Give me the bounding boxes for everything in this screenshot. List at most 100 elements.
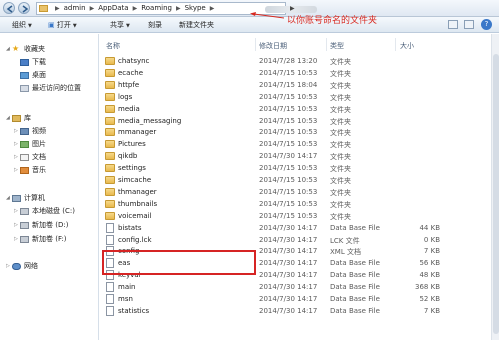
column-size[interactable]: 大小 — [400, 41, 414, 51]
column-divider[interactable] — [326, 38, 327, 51]
file-type: Data Base File — [330, 271, 380, 280]
desktop-icon — [20, 71, 29, 79]
folder-row[interactable]: settings 2014/7/15 10:53 文件夹 — [100, 162, 440, 174]
folder-row[interactable]: logs 2014/7/15 10:53 文件夹 — [100, 91, 440, 103]
file-size: 48 KB — [419, 271, 440, 280]
breadcrumb-separator[interactable]: ▶ — [176, 5, 181, 12]
breadcrumb-separator[interactable]: ▶ — [90, 5, 95, 12]
file-date: 2014/7/30 14:17 — [259, 152, 318, 161]
nav-disk-c[interactable]: ▷ 本地磁盘 (C:) — [14, 206, 75, 216]
file-row[interactable]: statistics 2014/7/30 14:17 Data Base File 7… — [100, 305, 440, 317]
file-row[interactable]: main 2014/7/30 14:17 Data Base File 368 KB — [100, 281, 440, 293]
documents-icon — [20, 153, 29, 161]
folder-row[interactable]: chatsync 2014/7/28 13:20 文件夹 — [100, 55, 440, 67]
folder-row[interactable]: thumbnails 2014/7/15 10:53 文件夹 — [100, 198, 440, 210]
file-icon — [106, 294, 114, 304]
file-row[interactable]: bistats 2014/7/30 14:17 Data Base File 44 K… — [100, 222, 440, 234]
file-date: 2014/7/30 14:17 — [259, 247, 318, 256]
open-button[interactable]: ▣ 打开 ▼ — [48, 20, 77, 30]
folder-icon — [105, 187, 115, 196]
breadcrumb-admin[interactable]: admin — [64, 4, 86, 12]
file-date: 2014/7/15 10:53 — [259, 187, 318, 196]
nav-libraries[interactable]: ◢ 库 — [6, 113, 31, 123]
burn-button[interactable]: 刻录 — [148, 20, 162, 30]
folder-row[interactable]: thmanager 2014/7/15 10:53 文件夹 — [100, 186, 440, 198]
file-date: 2014/7/15 10:53 — [259, 140, 318, 149]
folder-row[interactable]: mmanager 2014/7/15 10:53 文件夹 — [100, 126, 440, 138]
help-icon[interactable]: ? — [481, 19, 492, 30]
view-options-icon[interactable] — [448, 20, 458, 29]
file-type: 文件夹 — [330, 129, 351, 138]
file-type: Data Base File — [330, 283, 380, 292]
breadcrumb-separator[interactable]: ▶ — [210, 5, 215, 12]
music-icon — [20, 166, 29, 174]
column-divider[interactable] — [395, 38, 396, 51]
file-name: mmanager — [118, 128, 157, 137]
column-header-row: 名称 修改日期 类型 大小 — [100, 34, 499, 54]
file-date: 2014/7/30 14:17 — [259, 223, 318, 232]
breadcrumb-separator[interactable]: ▶ — [133, 5, 138, 12]
file-row[interactable]: msn 2014/7/30 14:17 Data Base File 52 KB — [100, 293, 440, 305]
nav-computer[interactable]: ◢ 计算机 — [6, 193, 45, 203]
nav-network[interactable]: ▷ 网络 — [6, 261, 38, 271]
file-icon — [106, 222, 114, 233]
new-folder-button[interactable]: 新建文件夹 — [179, 20, 214, 30]
file-type: Data Base File — [330, 223, 380, 232]
drive-icon — [20, 221, 29, 229]
file-icon — [106, 305, 114, 316]
file-date: 2014/7/15 10:53 — [259, 199, 318, 208]
nav-music[interactable]: ▷ 音乐 — [14, 165, 46, 175]
folder-icon — [105, 176, 115, 184]
file-name: config.lck — [118, 235, 152, 244]
file-date: 2014/7/30 14:17 — [259, 306, 318, 315]
nav-desktop[interactable]: 桌面 — [20, 70, 46, 80]
recent-places-icon — [20, 84, 29, 92]
folder-row[interactable]: simcache 2014/7/15 10:53 文件夹 — [100, 174, 440, 186]
file-row[interactable]: config.lck 2014/7/30 14:17 LCK 文件 0 KB — [100, 234, 440, 246]
file-name: main — [118, 283, 136, 292]
folder-icon — [105, 152, 115, 161]
file-type: Data Base File — [330, 306, 380, 315]
nav-disk-d[interactable]: ▷ 新加卷 (D:) — [14, 220, 68, 230]
folder-row[interactable]: Pictures 2014/7/15 10:53 文件夹 — [100, 138, 440, 150]
breadcrumb-roaming[interactable]: Roaming — [141, 4, 172, 12]
back-button[interactable] — [3, 2, 15, 14]
file-date: 2014/7/15 10:53 — [259, 68, 318, 77]
file-icon — [106, 282, 114, 293]
preview-pane-icon[interactable] — [464, 20, 474, 29]
nav-disk-f[interactable]: ▷ 新加卷 (F:) — [14, 234, 67, 244]
chevron-down-icon: ▼ — [72, 23, 77, 29]
organize-button[interactable]: 组织 ▼ — [12, 20, 32, 30]
column-type[interactable]: 类型 — [330, 41, 344, 51]
breadcrumb-skype[interactable]: Skype — [185, 4, 206, 12]
nav-video[interactable]: ▷ 视频 — [14, 126, 46, 136]
file-name: qikdb — [118, 152, 138, 161]
folder-icon — [105, 211, 115, 220]
folder-row[interactable]: voicemail 2014/7/15 10:53 文件夹 — [100, 210, 440, 222]
vertical-scrollbar[interactable] — [491, 34, 499, 340]
share-button[interactable]: 共享 ▼ — [110, 20, 130, 30]
nav-recent[interactable]: 最近访问的位置 — [20, 83, 81, 93]
forward-button[interactable] — [18, 2, 30, 14]
folder-row[interactable]: media 2014/7/15 10:53 文件夹 — [100, 103, 440, 115]
nav-download[interactable]: 下载 — [20, 57, 46, 67]
scrollbar-thumb[interactable] — [493, 54, 499, 334]
folder-row[interactable]: httpfe 2014/7/15 18:04 文件夹 — [100, 79, 440, 91]
address-dropdown-icon[interactable]: ▶ — [290, 5, 295, 12]
column-date[interactable]: 修改日期 — [259, 41, 287, 51]
nav-favorites[interactable]: ◢ ★ 收藏夹 — [6, 44, 45, 54]
nav-pictures[interactable]: ▷ 图片 — [14, 139, 46, 149]
breadcrumb-separator[interactable]: ▶ — [55, 5, 60, 12]
folder-row[interactable]: media_messaging 2014/7/15 10:53 文件夹 — [100, 115, 440, 127]
column-name[interactable]: 名称 — [106, 41, 120, 51]
folder-row[interactable]: qikdb 2014/7/30 14:17 文件夹 — [100, 150, 440, 162]
file-type: 文件夹 — [330, 93, 351, 102]
folder-row[interactable]: ecache 2014/7/15 10:53 文件夹 — [100, 67, 440, 79]
file-size: 7 KB — [423, 306, 440, 315]
column-divider[interactable] — [255, 38, 256, 51]
library-icon — [12, 114, 21, 122]
folder-icon — [105, 92, 115, 101]
nav-documents[interactable]: ▷ 文档 — [14, 152, 46, 162]
breadcrumb-appdata[interactable]: AppData — [98, 4, 128, 12]
file-type: 文件夹 — [330, 141, 351, 150]
